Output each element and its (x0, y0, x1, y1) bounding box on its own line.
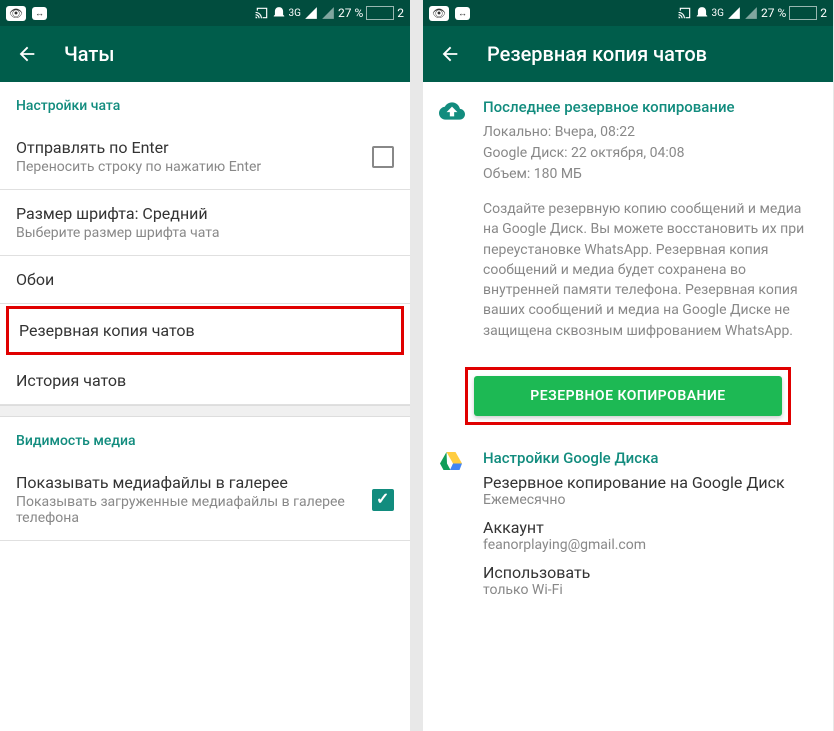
network-type: 3G (712, 8, 724, 19)
cast-icon (255, 6, 269, 20)
last-backup-title: Последнее резервное копирование (483, 98, 817, 116)
item-title: Показывать медиафайлы в галерее (16, 473, 372, 492)
cast-icon (678, 6, 692, 20)
row-title: Использовать (483, 563, 817, 582)
teamviewer-icon: ↔ (32, 7, 47, 20)
row-value: только Wi-Fi (483, 582, 817, 598)
setting-chat-history[interactable]: История чатов (0, 357, 410, 405)
section-media-visibility: Видимость медиа (0, 417, 410, 459)
checkbox-checked[interactable] (372, 489, 394, 511)
alarm-icon (272, 6, 286, 20)
item-title: Размер шрифта: Средний (16, 204, 394, 223)
statusbar: 👁 ↔ 3G 27 % 2 (423, 0, 833, 26)
section-chat-settings: Настройки чата (0, 82, 410, 124)
item-sub: Выберите размер шрифта чата (16, 225, 394, 241)
gdrive-settings-section: Настройки Google Диска Резервное копиров… (423, 441, 833, 616)
gdrive-network[interactable]: Использовать только Wi-Fi (483, 563, 817, 598)
signal-icon (304, 6, 318, 20)
battery-icon (366, 6, 394, 20)
checkbox-unchecked[interactable] (372, 146, 394, 168)
battery-percent: 27 % (338, 6, 363, 20)
item-title: Обои (16, 270, 54, 289)
backup-description: Создайте резервную копию сообщений и мед… (483, 199, 817, 341)
google-drive-icon (439, 449, 463, 473)
eye-icon: 👁 (429, 6, 449, 21)
row-value: Ежемесячно (483, 492, 817, 508)
backup-button-highlight: РЕЗЕРВНОЕ КОПИРОВАНИЕ (465, 367, 791, 425)
phone-left-chats-settings: 👁 ↔ 3G 27 % 2 Чаты Настройки чата Отправ… (0, 0, 410, 731)
item-title: Резервная копия чатов (19, 321, 195, 340)
last-backup-section: Последнее резервное копирование Локально… (423, 82, 833, 351)
page-title: Резервная копия чатов (487, 42, 707, 66)
network-type: 3G (289, 8, 301, 19)
backup-local: Локально: Вчера, 08:22 (483, 122, 817, 143)
setting-font-size[interactable]: Размер шрифта: Средний Выберите размер ш… (0, 190, 410, 256)
setting-chat-backup[interactable]: Резервная копия чатов (6, 306, 404, 355)
signal-icon-2 (744, 6, 758, 20)
teamviewer-icon: ↔ (455, 7, 470, 20)
page-title: Чаты (64, 42, 114, 66)
back-icon[interactable] (16, 43, 38, 65)
row-title: Аккаунт (483, 518, 817, 537)
back-icon[interactable] (439, 43, 461, 65)
eye-icon: 👁 (6, 6, 26, 21)
item-sub: Переносить строку по нажатию Enter (16, 159, 372, 175)
backup-button[interactable]: РЕЗЕРВНОЕ КОПИРОВАНИЕ (474, 376, 782, 416)
appbar: Чаты (0, 26, 410, 82)
setting-show-media[interactable]: Показывать медиафайлы в галерее Показыва… (0, 459, 410, 541)
battery-percent: 27 % (761, 6, 786, 20)
gdrive-account[interactable]: Аккаунт feanorplaying@gmail.com (483, 518, 817, 553)
backup-gdrive: Google Диск: 22 октября, 04:08 (483, 143, 817, 164)
row-value: feanorplaying@gmail.com (483, 537, 817, 553)
alarm-icon (695, 6, 709, 20)
setting-send-on-enter[interactable]: Отправлять по Enter Переносить строку по… (0, 124, 410, 190)
item-sub: Показывать загруженные медиафайлы в гале… (16, 494, 372, 526)
item-title: Отправлять по Enter (16, 138, 372, 157)
divider (0, 405, 410, 417)
setting-wallpaper[interactable]: Обои (0, 256, 410, 304)
signal-icon-2 (321, 6, 335, 20)
cloud-upload-icon (439, 98, 465, 124)
clock: 2 (397, 6, 404, 20)
signal-icon (727, 6, 741, 20)
item-title: История чатов (16, 371, 126, 390)
gdrive-backup-frequency[interactable]: Резервное копирование на Google Диск Еже… (483, 473, 817, 508)
gdrive-header: Настройки Google Диска (483, 449, 817, 467)
clock: 2 (820, 6, 827, 20)
statusbar: 👁 ↔ 3G 27 % 2 (0, 0, 410, 26)
phone-right-backup: 👁 ↔ 3G 27 % 2 Резервная копия чатов (423, 0, 833, 731)
appbar: Резервная копия чатов (423, 26, 833, 82)
backup-size: Объем: 180 МБ (483, 164, 817, 185)
battery-icon (789, 6, 817, 20)
row-title: Резервное копирование на Google Диск (483, 473, 817, 492)
